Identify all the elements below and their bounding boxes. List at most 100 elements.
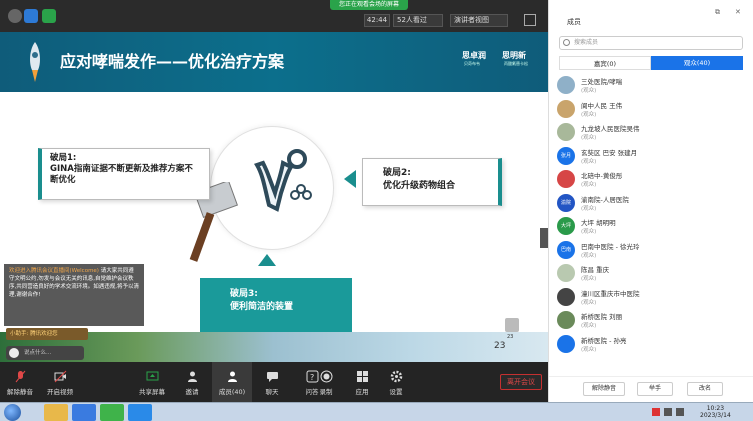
panel-title: 成员 bbox=[567, 18, 581, 26]
member-role: (观众) bbox=[581, 276, 597, 282]
share-label: 共享屏幕 bbox=[139, 388, 165, 396]
windows-taskbar: 10:23 2023/3/14 bbox=[0, 402, 753, 421]
chat-input-placeholder: 说点什么... bbox=[24, 350, 52, 356]
member-name: 巴南中医院 - 徐光玲 bbox=[581, 242, 640, 251]
breakthrough-3-title: 破局3: bbox=[230, 289, 258, 299]
camera-icon bbox=[54, 370, 66, 383]
member-name: 潼川区重庆市中医院 bbox=[581, 289, 640, 298]
leave-meeting-button[interactable]: 离开会议 bbox=[500, 374, 542, 390]
fullscreen-icon[interactable] bbox=[524, 14, 536, 26]
assistant-message[interactable]: 小助手: 腾讯欢迎您 bbox=[6, 328, 88, 340]
clock-time: 10:23 bbox=[706, 405, 725, 412]
share-banner: 您正在观看会场的屏幕 bbox=[330, 0, 408, 10]
view-mode-select[interactable]: 演讲者视图 bbox=[450, 14, 508, 27]
member-role: (观众) bbox=[581, 135, 597, 141]
member-row[interactable]: 新桥医院 - 孙亮 (观众) bbox=[557, 333, 747, 357]
volume-icon[interactable] bbox=[676, 408, 684, 416]
mute-button[interactable]: 解除静音 bbox=[0, 362, 40, 402]
member-name: 大坪 胡明明 bbox=[581, 219, 616, 227]
breakthrough-1: 破局1: GINA指南证据不断更新及推荐方案不断优化 bbox=[38, 148, 210, 200]
members-button[interactable]: 成员(40) bbox=[212, 362, 252, 402]
member-row[interactable]: 阆中人民 王伟 (观众) bbox=[557, 98, 747, 122]
breakthrough-2-text: 优化升级药物组合 bbox=[383, 181, 456, 191]
breakthrough-3: 破局3: 便利简洁的装置 bbox=[200, 278, 352, 340]
chat-overlay: 欢迎进入腾讯会议直播间(Welcome) 请大家共同遵守文明公约,勿发与会议无关… bbox=[4, 264, 144, 326]
share-screen-button[interactable]: 共享屏幕 bbox=[132, 362, 172, 402]
avatar bbox=[557, 76, 575, 94]
video-label: 开启视频 bbox=[47, 388, 73, 396]
logo-2: 思明新 bbox=[502, 51, 526, 60]
file-explorer-icon[interactable] bbox=[44, 404, 68, 421]
tab-guests[interactable]: 嘉宾(0) bbox=[559, 56, 651, 70]
watch-count[interactable]: 52人看过 bbox=[393, 14, 443, 27]
network-icon[interactable] bbox=[664, 408, 672, 416]
chat-icon bbox=[266, 372, 278, 382]
member-row[interactable]: 张月 玄奘区 巴安 张建月 (观众) bbox=[557, 145, 747, 169]
close-icon[interactable]: ✕ bbox=[735, 8, 743, 16]
invite-button[interactable]: 邀请 bbox=[172, 362, 212, 402]
invite-icon bbox=[187, 371, 197, 382]
avatar bbox=[557, 123, 575, 141]
member-row[interactable]: 陈昌 重庆 (观众) bbox=[557, 262, 747, 286]
tab-viewers[interactable]: 观众(40) bbox=[651, 56, 743, 70]
tray-app-icon[interactable] bbox=[652, 408, 660, 416]
system-clock[interactable]: 10:23 2023/3/14 bbox=[700, 405, 731, 419]
breakthrough-1-title: 破局1: bbox=[50, 153, 77, 163]
rename-button[interactable]: 改名 bbox=[687, 382, 723, 396]
member-row[interactable]: 潼川区重庆市中医院 (观众) bbox=[557, 286, 747, 310]
meeting-timer: 42:44 bbox=[364, 14, 390, 27]
collapse-panel-handle[interactable] bbox=[540, 228, 548, 248]
gear-icon bbox=[390, 370, 402, 383]
member-list: 三处医院/哮喘 (观众) 阆中人民 王伟 (观众) 九龙坡人民医院吴伟 (观众) 张月 玄奘区… bbox=[557, 74, 747, 356]
members-label: 成员(40) bbox=[218, 388, 246, 396]
member-row[interactable]: 三处医院/哮喘 (观众) bbox=[557, 74, 747, 98]
rocket-icon bbox=[30, 42, 40, 82]
logo-1-sub: 贝奇布韦 bbox=[464, 61, 480, 66]
chat-input[interactable]: 说点什么... bbox=[6, 346, 84, 360]
share-screen-icon bbox=[146, 371, 158, 381]
apps-label: 应用 bbox=[355, 388, 369, 396]
member-search-input[interactable]: 搜索成员 bbox=[559, 36, 743, 50]
member-row[interactable]: 新桥医院 刘丽 (观众) bbox=[557, 309, 747, 333]
info-icon[interactable] bbox=[8, 9, 22, 23]
popout-icon[interactable]: ⧉ bbox=[715, 8, 723, 16]
wechat-icon[interactable] bbox=[100, 404, 124, 421]
video-button[interactable]: 开启视频 bbox=[40, 362, 80, 402]
avatar bbox=[557, 311, 575, 329]
avatar bbox=[557, 334, 575, 353]
tencent-meeting-icon[interactable] bbox=[128, 404, 152, 421]
raise-hand-button[interactable]: 举手 bbox=[637, 382, 673, 396]
member-name: 新桥医院 - 孙亮 bbox=[581, 336, 627, 345]
member-row[interactable]: 巴南 巴南中医院 - 徐光玲 (观众) bbox=[557, 239, 747, 263]
member-row[interactable]: 大坪 大坪 胡明明 (观众) bbox=[557, 215, 747, 239]
shield-icon[interactable] bbox=[24, 9, 38, 23]
record-icon bbox=[320, 370, 332, 383]
signal-icon[interactable] bbox=[42, 9, 56, 23]
avatar bbox=[557, 99, 575, 118]
emoji-icon[interactable] bbox=[9, 348, 19, 358]
start-button[interactable] bbox=[4, 404, 21, 421]
record-button[interactable]: 录制 bbox=[306, 362, 346, 402]
meeting-topbar: 您正在观看会场的屏幕 42:44 52人看过 演讲者视图 bbox=[0, 0, 548, 32]
member-row[interactable]: 北碚中-黄俊彤 (观众) bbox=[557, 168, 747, 192]
unmute-all-button[interactable]: 解除静音 bbox=[583, 382, 625, 396]
microphone-icon bbox=[15, 370, 25, 383]
mute-label: 解除静音 bbox=[7, 388, 33, 396]
meeting-toolbar: 解除静音 开启视频 共享屏幕 邀请 成员(40) 聊天 ? 问答 录制 应用 设… bbox=[0, 362, 548, 402]
member-row[interactable]: 渝院 渝南院-人居医院 (观众) bbox=[557, 192, 747, 216]
member-role: (观众) bbox=[581, 346, 597, 353]
member-role: (观众) bbox=[581, 158, 597, 165]
settings-button[interactable]: 设置 bbox=[376, 362, 416, 402]
slide-title: 应对哮喘发作——优化治疗方案 bbox=[60, 52, 285, 71]
member-role: (观众) bbox=[581, 111, 597, 118]
member-name: 三处医院/哮喘 bbox=[581, 78, 623, 86]
thumbs-up-icon[interactable] bbox=[505, 318, 519, 332]
member-role: (观众) bbox=[581, 252, 597, 259]
invite-label: 邀请 bbox=[185, 388, 199, 396]
chat-button[interactable]: 聊天 bbox=[252, 362, 292, 402]
app-root: 您正在观看会场的屏幕 42:44 52人看过 演讲者视图 应对哮喘发作——优化治… bbox=[0, 0, 753, 421]
member-row[interactable]: 九龙坡人民医院吴伟 (观众) bbox=[557, 121, 747, 145]
panel-footer: 解除静音 举手 改名 bbox=[549, 376, 753, 402]
browser-icon[interactable] bbox=[72, 404, 96, 421]
slide-header: 应对哮喘发作——优化治疗方案 思卓润 贝奇布韦 思明新 丙酸氟替卡松 bbox=[0, 32, 548, 92]
